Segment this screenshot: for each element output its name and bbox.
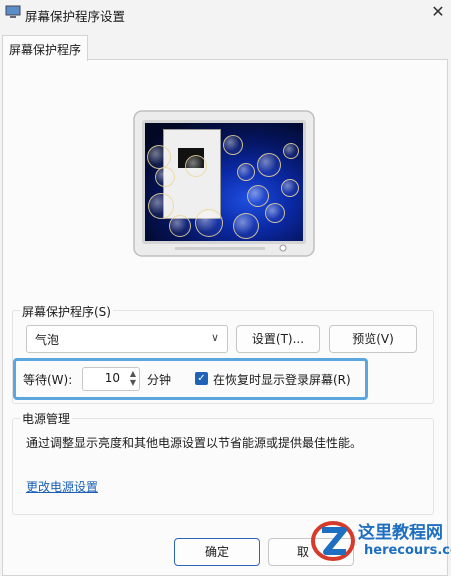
power-description: 通过调整显示亮度和其他电源设置以节省能源或提供最佳性能。 xyxy=(26,436,363,450)
preview-button[interactable]: 预览(V) xyxy=(329,325,417,353)
screensaver-select[interactable]: 气泡 ∨ xyxy=(26,325,228,353)
wait-minutes-stepper[interactable]: 10 ▲ ▼ xyxy=(82,367,140,391)
bubble xyxy=(283,143,299,159)
cancel-button-label: 取 xyxy=(297,545,310,559)
window-title: 屏幕保护程序设置 xyxy=(25,9,126,24)
resume-logon-label[interactable]: 在恢复时显示登录屏幕(R) xyxy=(213,371,351,388)
watermark-logo: 这里教程网 herecours.com xyxy=(306,512,451,568)
watermark-url: herecours.com xyxy=(364,543,451,558)
watermark-text: 这里教程网 xyxy=(358,523,443,543)
tab-screensaver[interactable]: 屏幕保护程序 xyxy=(2,35,88,61)
bubble xyxy=(148,193,174,219)
spin-down-icon[interactable]: ▼ xyxy=(130,378,136,387)
wait-label: 等待(W): xyxy=(23,373,73,387)
screensaver-app-icon xyxy=(5,5,21,18)
screensaver-selected-value: 气泡 xyxy=(35,333,60,347)
bubble xyxy=(147,145,171,169)
close-button[interactable]: ✕ xyxy=(425,0,451,26)
title-bar: 屏幕保护程序设置 ✕ xyxy=(0,0,451,28)
chevron-down-icon: ∨ xyxy=(210,331,219,344)
bubble xyxy=(195,209,223,237)
bubble xyxy=(233,213,259,239)
ok-button[interactable]: 确定 xyxy=(174,538,260,566)
resume-logon-checkbox[interactable]: ✓ xyxy=(195,372,208,385)
change-power-settings-link[interactable]: 更改电源设置 xyxy=(26,478,98,495)
bubble xyxy=(237,163,255,181)
bubble xyxy=(223,135,243,155)
wait-unit-label: 分钟 xyxy=(147,373,172,387)
wait-minutes-value: 10 xyxy=(104,371,120,385)
bubble xyxy=(185,155,207,177)
settings-button[interactable]: 设置(T)... xyxy=(236,325,320,353)
bubble xyxy=(169,215,191,237)
power-group-label: 电源管理 xyxy=(20,410,73,427)
spin-up-icon[interactable]: ▲ xyxy=(130,369,136,378)
preview-screen xyxy=(145,123,303,241)
tab-label: 屏幕保护程序 xyxy=(9,43,82,57)
watermark-z-icon xyxy=(311,521,355,561)
bubble xyxy=(265,203,285,223)
bubble xyxy=(281,179,299,197)
bubble xyxy=(247,185,269,207)
screensaver-group-label: 屏幕保护程序(S) xyxy=(20,303,113,320)
bubble xyxy=(257,153,281,177)
power-group xyxy=(12,418,434,515)
bubble xyxy=(155,167,175,187)
